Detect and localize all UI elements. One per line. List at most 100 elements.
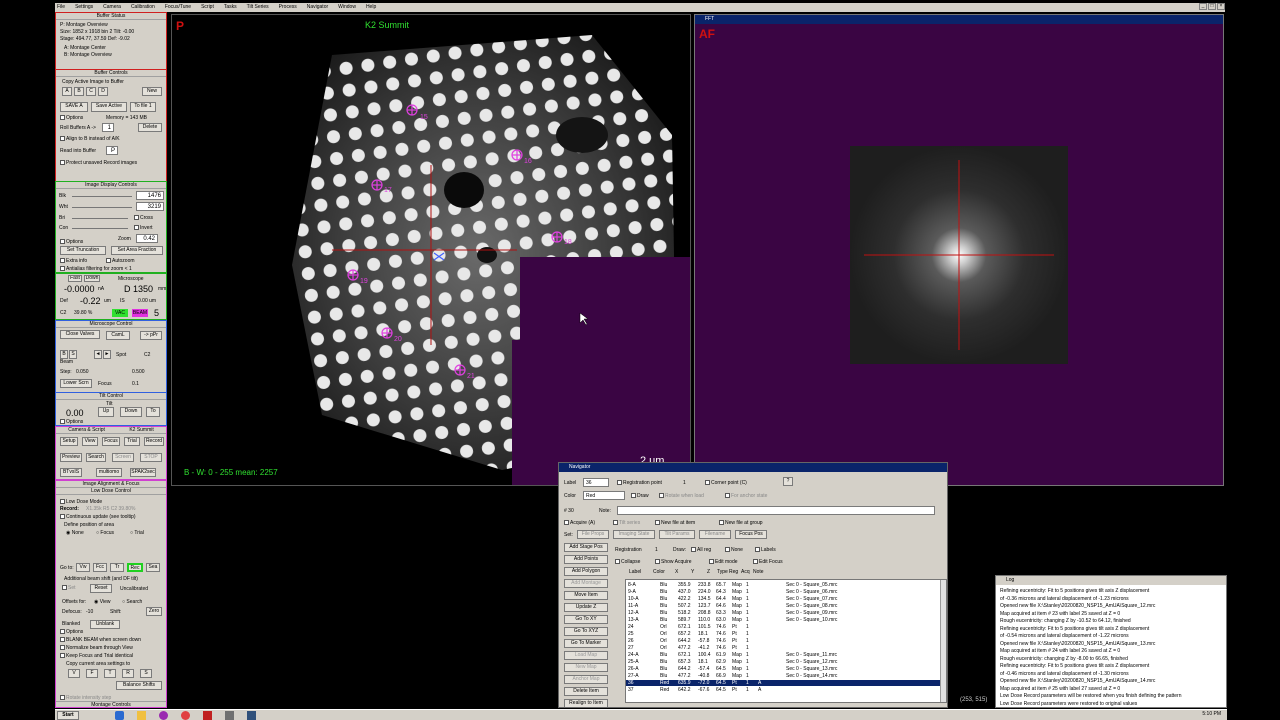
zoom-field[interactable]: 0.42: [136, 234, 158, 243]
column-header[interactable]: Label: [629, 569, 641, 575]
copy-v-button[interactable]: V: [68, 669, 80, 678]
montage-title[interactable]: Montage Controls: [56, 701, 166, 707]
start-button[interactable]: Start: [57, 711, 79, 720]
app-icon[interactable]: [159, 711, 168, 720]
menu-item[interactable]: Help: [366, 3, 376, 12]
panel-title[interactable]: Image Display Controls: [56, 182, 166, 189]
app-icon[interactable]: [247, 711, 256, 720]
protect-checkbox[interactable]: [60, 160, 65, 166]
screen-button[interactable]: Screen: [112, 453, 134, 462]
table-row[interactable]: 12-A Blu 518.2 208.8 63.3 Map 1 Sec 0 - Square_…: [626, 610, 942, 616]
fft-window[interactable]: FFT AF: [694, 14, 1224, 486]
show-acquire-checkbox[interactable]: [655, 559, 660, 565]
edit-mode-checkbox[interactable]: [709, 559, 714, 565]
menu-item[interactable]: Tasks: [224, 3, 237, 12]
tilt-series-checkbox[interactable]: [613, 520, 618, 526]
fft-image[interactable]: [850, 146, 1068, 364]
menu-item[interactable]: Tilt Series: [247, 3, 269, 12]
menu-item[interactable]: Focus/Tune: [165, 3, 191, 12]
table-row[interactable]: 27 Orl 477.2 -41.2 74.6 Pt 1: [626, 645, 942, 651]
labels-checkbox[interactable]: [755, 547, 760, 553]
goto-search-button[interactable]: Sea: [146, 563, 160, 572]
continuous-checkbox[interactable]: [60, 514, 65, 520]
set-area-fraction-button[interactable]: Set Area Fraction: [111, 246, 163, 255]
go-to-xyz-button[interactable]: Go To XYZ: [564, 627, 608, 636]
read-field[interactable]: P: [106, 146, 118, 155]
options-checkbox[interactable]: [60, 115, 65, 121]
options-checkbox[interactable]: [60, 629, 65, 635]
table-row[interactable]: 36 Red 635.9 -72.0 64.5 Pt 1 A: [626, 680, 942, 686]
color-select[interactable]: Red: [583, 491, 625, 500]
load-map-button[interactable]: Load Map: [564, 651, 608, 660]
define-trial[interactable]: ○ Trial: [130, 530, 144, 536]
reset-button[interactable]: Reset: [90, 584, 112, 593]
tilt-up-button[interactable]: Up: [98, 407, 114, 417]
buffer-d-button[interactable]: D: [98, 87, 108, 96]
column-header[interactable]: Z: [707, 569, 710, 575]
pspr-button[interactable]: -> pPr: [140, 331, 162, 340]
blk-field[interactable]: 1476: [136, 191, 164, 200]
grid-image[interactable]: 15 16 17 18 19 20 21: [172, 15, 691, 486]
roll-field[interactable]: 1: [102, 123, 114, 132]
trial-button[interactable]: Trial: [124, 437, 140, 446]
tilt-down-button[interactable]: Down: [120, 407, 142, 417]
save-active-button[interactable]: Save Active: [91, 102, 127, 112]
offsets-search[interactable]: ○ Search: [122, 599, 142, 605]
tilt-to-button[interactable]: To: [146, 407, 160, 417]
rotate-checkbox[interactable]: [60, 695, 65, 701]
draw-checkbox[interactable]: [631, 493, 636, 499]
file-props-button[interactable]: File Props: [577, 530, 609, 539]
buffer-c-button[interactable]: C: [86, 87, 96, 96]
panel-title[interactable]: Buffer Controls: [56, 70, 166, 77]
set-truncation-button[interactable]: Set Truncation: [60, 246, 106, 255]
search-button[interactable]: Search: [86, 453, 106, 462]
options-checkbox[interactable]: [60, 239, 65, 245]
column-header[interactable]: Reg: [729, 569, 738, 575]
copy-s-button[interactable]: S: [140, 669, 152, 678]
log-title-bar[interactable]: Log: [996, 576, 1226, 585]
keep-focus-checkbox[interactable]: [60, 653, 65, 659]
blk-slider[interactable]: [72, 196, 132, 197]
script-spak2sec-button[interactable]: SPAK2sec: [130, 468, 156, 477]
table-row[interactable]: 37 Red 642.2 -67.6 64.5 Pt 1 A: [626, 687, 942, 693]
navigator-window[interactable]: Navigator Label 36 Registration point 1 …: [558, 462, 948, 708]
menu-item[interactable]: Window: [338, 3, 356, 12]
anchor-state-checkbox[interactable]: [725, 493, 730, 499]
update-z-button[interactable]: Update Z: [564, 603, 608, 612]
minimize-icon[interactable]: _: [1199, 3, 1207, 10]
stop-button[interactable]: STOP: [140, 453, 162, 462]
table-row[interactable]: 24-A Blu 672.1 100.4 61.9 Map 1 Sec 0 - Square_…: [626, 652, 942, 658]
panel-title[interactable]: Microscope: [118, 276, 144, 282]
offsets-view[interactable]: ◉ View: [94, 599, 111, 605]
balance-shifts-button[interactable]: Balance Shifts: [116, 681, 162, 690]
column-header[interactable]: Note: [753, 569, 764, 575]
reg-value[interactable]: 1: [683, 480, 686, 486]
panel-title[interactable]: Tilt Control: [56, 393, 166, 400]
arrow-right-icon[interactable]: ►: [103, 350, 111, 359]
down-tab[interactable]: Down: [84, 275, 100, 282]
record-button[interactable]: Record: [144, 437, 164, 446]
app-icon[interactable]: [115, 711, 124, 720]
menu-item[interactable]: Process: [279, 3, 297, 12]
acquire-checkbox[interactable]: [564, 520, 569, 526]
blank-beam-checkbox[interactable]: [60, 637, 65, 643]
wht-slider[interactable]: [72, 207, 132, 208]
cross-checkbox[interactable]: [134, 215, 139, 221]
goto-record-button[interactable]: Rec: [127, 563, 143, 572]
panel-title[interactable]: Buffer Status: [56, 13, 166, 20]
rotate-when-load-checkbox[interactable]: [659, 493, 664, 499]
con-slider[interactable]: [72, 228, 128, 229]
image-window[interactable]: 15 16 17 18 19 20 21 P K2 Summit B - W: …: [171, 14, 691, 486]
anchor-map-button[interactable]: Anchor Map: [564, 675, 608, 684]
table-row[interactable]: 13-A Blu 589.7 110.0 63.0 Map 1 Sec 0 - Square_…: [626, 617, 942, 623]
autozoom-checkbox[interactable]: [106, 258, 111, 264]
folder-icon[interactable]: [137, 711, 146, 720]
new-buffer-button[interactable]: New: [142, 87, 162, 96]
menu-item[interactable]: Script: [201, 3, 214, 12]
help-button[interactable]: ?: [783, 477, 793, 486]
table-row[interactable]: 11-A Blu 507.2 123.7 64.6 Map 1 Sec 0 - Square_…: [626, 603, 942, 609]
table-row[interactable]: 25-A Blu 657.3 18.1 62.9 Map 1 Sec 0 - Square_1…: [626, 659, 942, 665]
to-file-button[interactable]: To file 1: [130, 102, 156, 112]
antialias-checkbox[interactable]: [60, 266, 65, 272]
realign-to-item-button[interactable]: Realign to Item: [564, 699, 608, 707]
